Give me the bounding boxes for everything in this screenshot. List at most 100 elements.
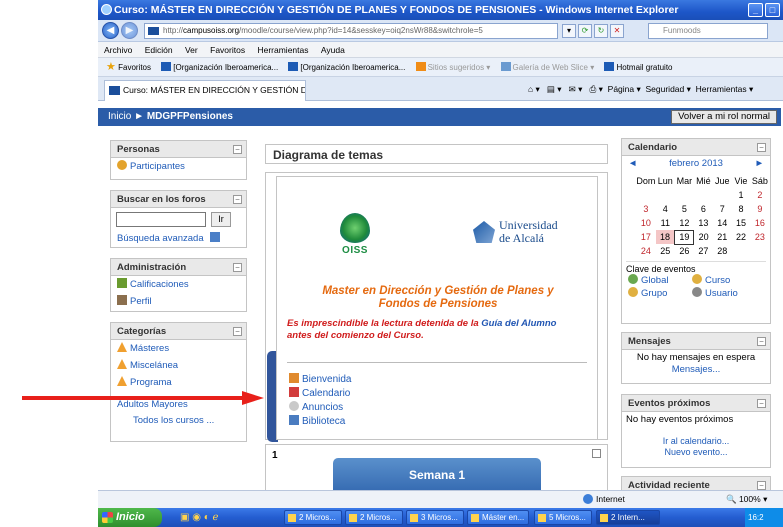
- maximize-button[interactable]: □: [765, 3, 780, 17]
- taskbar-item-2[interactable]: 2 Micros...: [345, 510, 403, 525]
- calendar-day[interactable]: 2: [750, 188, 769, 202]
- fav-item-hotmail[interactable]: Hotmail gratuito: [604, 58, 673, 76]
- mail-icon[interactable]: ✉ ▾: [569, 84, 583, 94]
- all-courses-link[interactable]: Todos los cursos ...: [111, 413, 246, 429]
- category-programa[interactable]: Programa: [111, 374, 246, 391]
- calendar-day[interactable]: 13: [694, 216, 713, 230]
- key-usuario[interactable]: Usuario: [692, 287, 738, 299]
- collapse-icon[interactable]: −: [233, 327, 242, 336]
- return-role-button[interactable]: Volver a mi rol normal: [671, 110, 777, 124]
- calendar-day[interactable]: 16: [750, 216, 769, 230]
- forum-search-input[interactable]: [116, 212, 206, 227]
- key-grupo[interactable]: Grupo: [628, 287, 692, 300]
- minimize-button[interactable]: _: [748, 3, 763, 17]
- collapse-icon[interactable]: −: [757, 143, 766, 152]
- quick-launch-icons[interactable]: ▣ ◉ ◐ ℯ: [180, 512, 218, 523]
- calendar-day[interactable]: 10: [636, 216, 656, 230]
- collapse-icon[interactable]: −: [233, 195, 242, 204]
- home-icon[interactable]: ⌂ ▾: [528, 84, 540, 94]
- calendar-day[interactable]: 5: [675, 202, 694, 216]
- menu-edicion[interactable]: Edición: [145, 45, 173, 55]
- page-menu[interactable]: Página ▾: [608, 84, 641, 94]
- calendar-day[interactable]: 25: [656, 244, 675, 258]
- prev-month-button[interactable]: ◄: [628, 156, 637, 172]
- zoom-control[interactable]: 🔍 100% ▾: [726, 491, 767, 508]
- forum-search-go-button[interactable]: Ir: [211, 212, 231, 227]
- calendar-day[interactable]: 3: [636, 202, 656, 216]
- key-curso[interactable]: Curso: [692, 274, 730, 286]
- start-button[interactable]: Inicio: [98, 508, 162, 527]
- menu-herramientas[interactable]: Herramientas: [257, 45, 308, 55]
- collapse-icon[interactable]: −: [757, 481, 766, 490]
- collapse-icon[interactable]: −: [233, 145, 242, 154]
- key-global[interactable]: Global: [628, 274, 692, 287]
- calendar-day[interactable]: 8: [732, 202, 751, 216]
- search-input[interactable]: Funmoods: [648, 23, 768, 39]
- tab-course[interactable]: Curso: MÁSTER EN DIRECCIÓN Y GESTIÓN DE …: [104, 80, 306, 101]
- compat-view-button[interactable]: ▾: [562, 24, 576, 38]
- calendar-day[interactable]: 26: [675, 244, 694, 258]
- taskbar-item-1[interactable]: 2 Micros...: [284, 510, 342, 525]
- help-icon[interactable]: [210, 232, 221, 242]
- security-menu[interactable]: Seguridad ▾: [646, 84, 691, 94]
- taskbar-item-5[interactable]: 5 Micros...: [534, 510, 592, 525]
- student-guide-link[interactable]: Guía del Alumno: [481, 318, 556, 329]
- section-toggle-icon[interactable]: [592, 449, 601, 458]
- grades-link[interactable]: Calificaciones: [111, 276, 246, 293]
- address-bar[interactable]: http://campusoiss.org/moodle/course/view…: [144, 23, 558, 39]
- calendar-day[interactable]: 28: [713, 244, 732, 258]
- fav-item-suggested[interactable]: Sitios sugeridos ▾: [415, 58, 490, 76]
- fav-item-oiss-2[interactable]: [Organización Iberoamerica...: [288, 58, 405, 76]
- new-event-link[interactable]: Nuevo evento...: [622, 447, 770, 458]
- collapse-icon[interactable]: −: [757, 337, 766, 346]
- next-month-button[interactable]: ►: [755, 156, 764, 172]
- taskbar-item-6[interactable]: 2 Intern...: [596, 510, 660, 525]
- favorites-button[interactable]: ★ Favoritos: [106, 58, 151, 76]
- profile-link[interactable]: Perfil: [111, 293, 246, 310]
- print-icon[interactable]: ⎙ ▾: [589, 84, 602, 94]
- refresh-icon[interactable]: ↻: [594, 24, 608, 38]
- collapse-icon[interactable]: −: [233, 263, 242, 272]
- menu-ver[interactable]: Ver: [185, 45, 198, 55]
- go-calendar-link[interactable]: Ir al calendario...: [622, 436, 770, 447]
- menu-favoritos[interactable]: Favoritos: [210, 45, 245, 55]
- resource-calendario[interactable]: Calendario: [289, 387, 351, 401]
- calendar-day[interactable]: 7: [713, 202, 732, 216]
- calendar-day[interactable]: 9: [750, 202, 769, 216]
- menu-ayuda[interactable]: Ayuda: [321, 45, 345, 55]
- calendar-month[interactable]: febrero 2013: [669, 158, 723, 169]
- calendar-day[interactable]: 15: [732, 216, 751, 230]
- calendar-day[interactable]: 18: [655, 230, 675, 244]
- calendar-day[interactable]: 21: [713, 230, 732, 244]
- calendar-day[interactable]: 20: [694, 230, 713, 244]
- calendar-day[interactable]: 22: [732, 230, 751, 244]
- calendar-day[interactable]: 1: [732, 188, 751, 202]
- refresh-button[interactable]: ⟳: [578, 24, 592, 38]
- menu-archivo[interactable]: Archivo: [104, 45, 132, 55]
- calendar-day[interactable]: 12: [675, 216, 694, 230]
- resource-bienvenida[interactable]: Bienvenida: [289, 373, 351, 387]
- calendar-day[interactable]: 23: [750, 230, 769, 244]
- resource-anuncios[interactable]: Anuncios: [289, 401, 351, 415]
- category-miscelanea[interactable]: Miscelánea: [111, 357, 246, 374]
- messages-link[interactable]: Mensajes...: [622, 364, 770, 376]
- calendar-day[interactable]: 17: [636, 230, 656, 244]
- stop-button[interactable]: ✕: [610, 24, 624, 38]
- calendar-day[interactable]: 4: [656, 202, 675, 216]
- advanced-search-link[interactable]: Búsqueda avanzada: [111, 230, 246, 247]
- breadcrumb-home[interactable]: Inicio: [108, 111, 131, 122]
- calendar-day[interactable]: 11: [656, 216, 675, 230]
- fav-item-oiss-1[interactable]: [Organización Iberoamerica...: [161, 58, 278, 76]
- calendar-day[interactable]: 14: [713, 216, 732, 230]
- back-button[interactable]: ◀: [102, 22, 119, 39]
- category-masteres[interactable]: Másteres: [111, 340, 246, 357]
- resource-biblioteca[interactable]: Biblioteca: [289, 415, 351, 429]
- feeds-icon[interactable]: ▤ ▾: [547, 84, 562, 94]
- tools-menu[interactable]: Herramientas ▾: [696, 84, 754, 94]
- calendar-day[interactable]: 27: [694, 244, 713, 258]
- collapse-icon[interactable]: −: [757, 399, 766, 408]
- taskbar-item-4[interactable]: Máster en...: [467, 510, 529, 525]
- calendar-day[interactable]: 6: [694, 202, 713, 216]
- taskbar-item-3[interactable]: 3 Micros...: [406, 510, 464, 525]
- fav-item-webslice[interactable]: Galería de Web Slice ▾: [500, 58, 594, 76]
